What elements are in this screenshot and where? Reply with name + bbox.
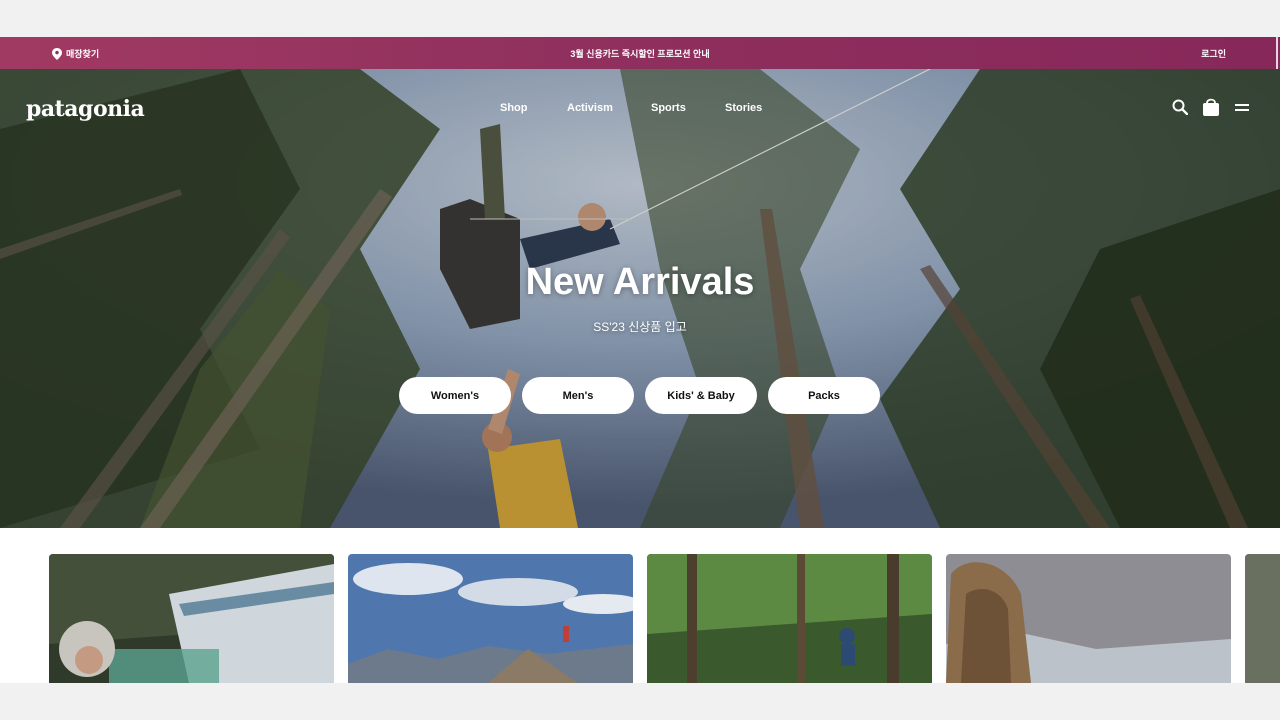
menu-icon[interactable] <box>1234 101 1250 119</box>
nav-activism[interactable]: Activism <box>567 102 613 114</box>
store-finder-link[interactable]: 매장찾기 <box>52 47 99 60</box>
store-finder-label: 매장찾기 <box>66 49 100 59</box>
nav-shop[interactable]: Shop <box>500 102 528 114</box>
hero-subtitle: SS'23 신상품 입고 <box>593 320 687 334</box>
card-carousel <box>0 554 1280 683</box>
page-frame: 매장찾기 3월 신용카드 즉시할인 프로모션 안내 로그인 patagonia … <box>0 37 1280 683</box>
card-boat-image <box>49 554 334 683</box>
hero-title: New Arrivals <box>525 261 755 303</box>
header-tools <box>1172 97 1250 122</box>
card-bike[interactable] <box>647 554 932 683</box>
card-mountain[interactable] <box>348 554 633 683</box>
packs-button[interactable]: Packs <box>768 377 880 414</box>
kids-baby-button[interactable]: Kids' & Baby <box>645 377 757 414</box>
card-boat[interactable] <box>49 554 334 683</box>
nav-stories[interactable]: Stories <box>725 102 762 114</box>
card-bike-image <box>647 554 932 683</box>
card-partial-image <box>1245 554 1280 683</box>
login-link[interactable]: 로그인 <box>1201 47 1226 60</box>
mens-button[interactable]: Men's <box>522 377 634 414</box>
card-mountain-image <box>348 554 633 683</box>
search-icon[interactable] <box>1172 99 1189 120</box>
location-pin-icon <box>52 47 62 60</box>
category-buttons: Women's Men's Kids' & Baby Packs <box>399 377 880 414</box>
promo-bar: 매장찾기 3월 신용카드 즉시할인 프로모션 안내 로그인 <box>0 37 1280 69</box>
card-partial[interactable] <box>1245 554 1280 683</box>
card-rock-image <box>946 554 1231 683</box>
card-rock[interactable] <box>946 554 1231 683</box>
promo-announcement-link[interactable]: 3월 신용카드 즉시할인 프로모션 안내 <box>570 49 709 59</box>
main-nav: Shop Activism Sports Stories <box>0 102 1280 118</box>
scroll-edge <box>1276 37 1278 69</box>
womens-button[interactable]: Women's <box>399 377 511 414</box>
nav-sports[interactable]: Sports <box>651 102 686 114</box>
hero-banner: patagonia Shop Activism Sports Stories N… <box>0 69 1280 528</box>
bag-icon[interactable] <box>1202 97 1220 122</box>
